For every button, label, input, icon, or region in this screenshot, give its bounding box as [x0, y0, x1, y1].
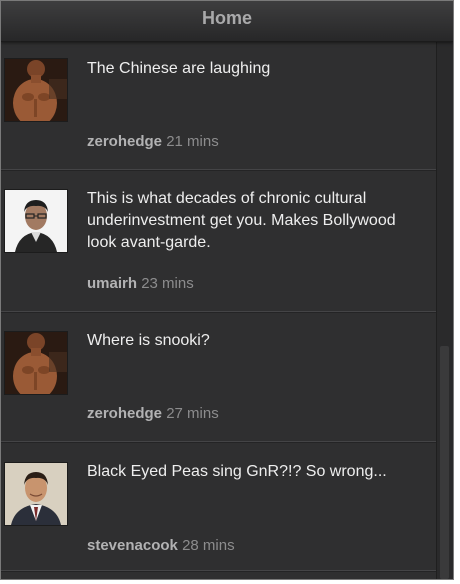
tweet-meta: zerohedge 27 mins [87, 404, 219, 424]
username-link[interactable]: zerohedge [87, 405, 162, 422]
tweet-item[interactable]: This is what decades of chronic cultural… [1, 170, 437, 312]
top-bar: Home [1, 1, 453, 42]
vertical-scrollbar[interactable] [436, 42, 453, 579]
avatar[interactable] [4, 189, 68, 253]
app-window: Home The Chinese are laughing zerohedge [0, 0, 454, 580]
tweet-item[interactable]: The Chinese are laughing zerohedge 21 mi… [1, 42, 437, 170]
timestamp: 28 mins [182, 537, 235, 554]
timestamp: 21 mins [166, 133, 219, 150]
tweet-meta: zerohedge 21 mins [87, 132, 219, 152]
tweet-item[interactable]: Where is snooki? zerohedge 27 mins [1, 312, 437, 442]
page-title: Home [201, 8, 252, 28]
tweet-meta: stevenacook 28 mins [87, 536, 235, 556]
avatar[interactable] [4, 462, 68, 526]
avatar[interactable] [4, 58, 68, 122]
timestamp: 23 mins [141, 275, 194, 292]
username-link[interactable]: stevenacook [87, 537, 178, 554]
tweet-text: Where is snooki? [87, 332, 210, 349]
username-link[interactable]: umairh [87, 275, 137, 292]
tweet-text: Black Eyed Peas sing GnR?!? So wrong... [87, 463, 387, 480]
tweet-text: This is what decades of chronic cultural… [87, 190, 396, 251]
tweet-text: The Chinese are laughing [87, 60, 271, 77]
username-link[interactable]: zerohedge [87, 133, 162, 150]
avatar[interactable] [4, 331, 68, 395]
timestamp: 27 mins [166, 405, 219, 422]
tweet-item[interactable]: Black Eyed Peas sing GnR?!? So wrong... … [1, 442, 437, 571]
scrollbar-thumb[interactable] [440, 346, 449, 579]
timeline-feed[interactable]: The Chinese are laughing zerohedge 21 mi… [1, 42, 437, 579]
tweet-meta: umairh 23 mins [87, 274, 194, 294]
